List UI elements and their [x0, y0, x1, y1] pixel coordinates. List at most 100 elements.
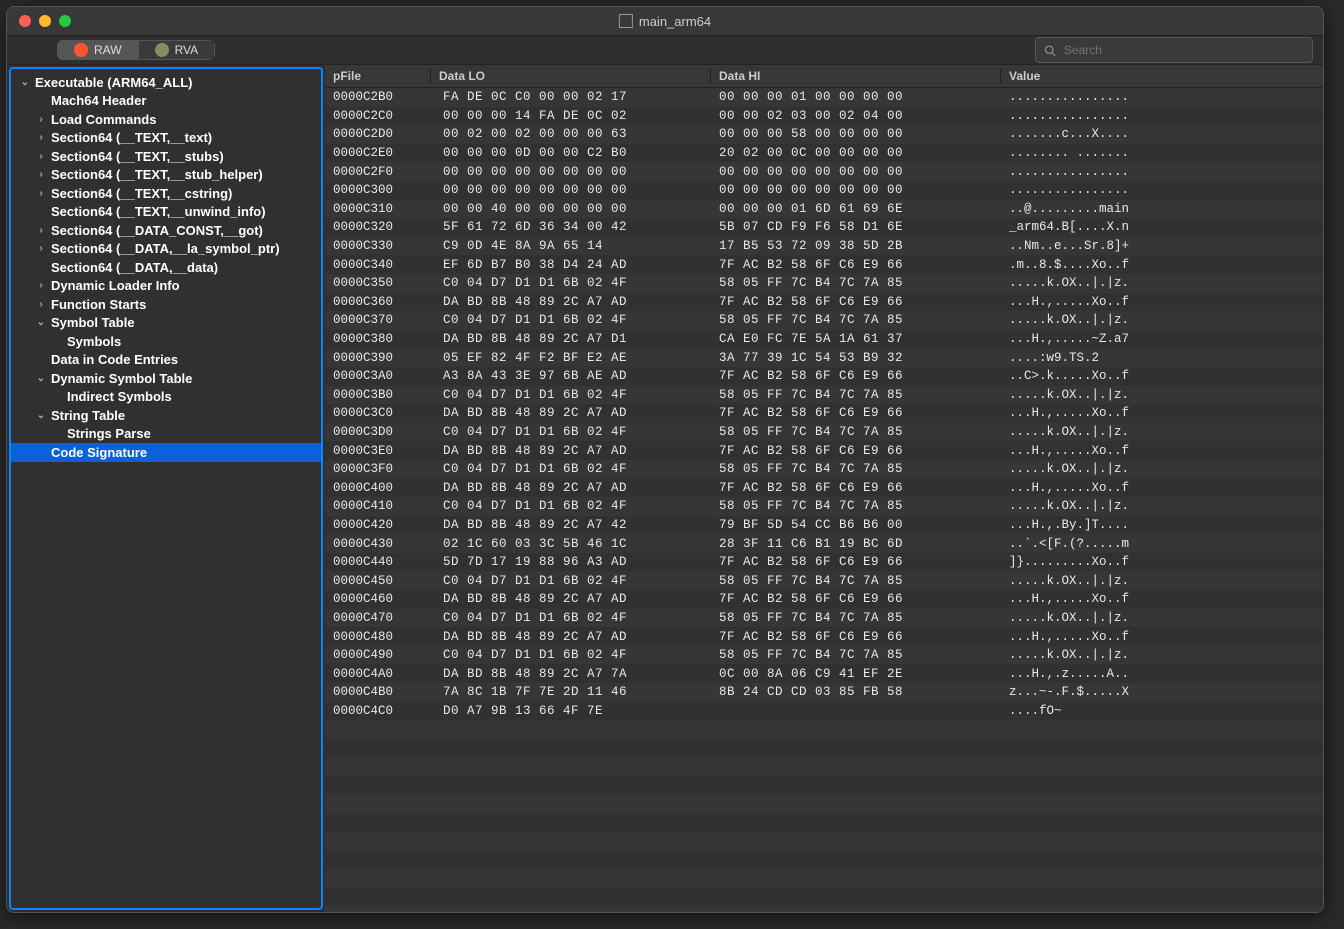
- tree-item[interactable]: Indirect Symbols: [11, 388, 321, 407]
- tree-item[interactable]: ›Section64 (__TEXT,__text): [11, 129, 321, 148]
- tree-item[interactable]: ›Section64 (__DATA,__la_symbol_ptr): [11, 240, 321, 259]
- table-row[interactable]: 0000C4B07A 8C 1B 7F 7E 2D 11 468B 24 CD …: [325, 683, 1323, 702]
- table-row[interactable]: [325, 776, 1323, 795]
- table-row[interactable]: 0000C3C0DA BD 8B 48 89 2C A7 AD7F AC B2 …: [325, 404, 1323, 423]
- chevron-right-icon[interactable]: ›: [35, 188, 47, 199]
- tree-item[interactable]: Section64 (__DATA,__data): [11, 258, 321, 277]
- table-row[interactable]: 0000C380DA BD 8B 48 89 2C A7 D1CA E0 FC …: [325, 330, 1323, 349]
- sidebar[interactable]: ⌄Executable (ARM64_ALL)Mach64 Header›Loa…: [9, 67, 323, 910]
- col-value[interactable]: Value: [1001, 69, 1323, 83]
- table-row[interactable]: [325, 906, 1323, 912]
- table-row[interactable]: 0000C4C0D0 A7 9B 13 66 4F 7E....fO~: [325, 702, 1323, 721]
- table-row[interactable]: 0000C43002 1C 60 03 3C 5B 46 1C28 3F 11 …: [325, 534, 1323, 553]
- table-row[interactable]: 0000C4405D 7D 17 19 88 96 A3 AD7F AC B2 …: [325, 553, 1323, 572]
- table-row[interactable]: 0000C400DA BD 8B 48 89 2C A7 AD7F AC B2 …: [325, 478, 1323, 497]
- col-pfile[interactable]: pFile: [325, 69, 431, 83]
- table-row[interactable]: 0000C2C000 00 00 14 FA DE 0C 0200 00 02 …: [325, 107, 1323, 126]
- tree-item[interactable]: ›Section64 (__TEXT,__stub_helper): [11, 166, 321, 185]
- table-row[interactable]: 0000C3205F 61 72 6D 36 34 00 425B 07 CD …: [325, 218, 1323, 237]
- table-row[interactable]: 0000C480DA BD 8B 48 89 2C A7 AD7F AC B2 …: [325, 627, 1323, 646]
- chevron-right-icon[interactable]: ›: [35, 114, 47, 125]
- tree-item[interactable]: ›Dynamic Loader Info: [11, 277, 321, 296]
- tree-item[interactable]: Section64 (__TEXT,__unwind_info): [11, 203, 321, 222]
- tree-item[interactable]: Data in Code Entries: [11, 351, 321, 370]
- tree-item[interactable]: Symbols: [11, 332, 321, 351]
- table-row[interactable]: 0000C2E000 00 00 0D 00 00 C2 B020 02 00 …: [325, 144, 1323, 163]
- table-row[interactable]: [325, 832, 1323, 851]
- search-input[interactable]: [1062, 42, 1304, 58]
- rva-button[interactable]: RVA: [139, 40, 216, 60]
- table-row[interactable]: 0000C39005 EF 82 4F F2 BF E2 AE3A 77 39 …: [325, 348, 1323, 367]
- search-field[interactable]: [1035, 37, 1313, 63]
- cell-data-hi: 17 B5 53 72 09 38 5D 2B: [711, 239, 1001, 253]
- table-row[interactable]: 0000C3D0C0 04 D7 D1 D1 6B 02 4F58 05 FF …: [325, 423, 1323, 442]
- chevron-down-icon[interactable]: ⌄: [35, 410, 47, 421]
- tree-item[interactable]: ›Function Starts: [11, 295, 321, 314]
- table-row[interactable]: 0000C3B0C0 04 D7 D1 D1 6B 02 4F58 05 FF …: [325, 386, 1323, 405]
- tree-item[interactable]: ⌄Dynamic Symbol Table: [11, 369, 321, 388]
- table-row[interactable]: 0000C31000 00 40 00 00 00 00 0000 00 00 …: [325, 200, 1323, 219]
- hex-rows[interactable]: 0000C2B0FA DE 0C C0 00 00 02 1700 00 00 …: [325, 88, 1323, 912]
- table-row[interactable]: 0000C3E0DA BD 8B 48 89 2C A7 AD7F AC B2 …: [325, 441, 1323, 460]
- tree-item[interactable]: ⌄String Table: [11, 406, 321, 425]
- chevron-right-icon[interactable]: ›: [35, 243, 47, 254]
- table-row[interactable]: 0000C3A0A3 8A 43 3E 97 6B AE AD7F AC B2 …: [325, 367, 1323, 386]
- col-data-lo[interactable]: Data LO: [431, 69, 711, 83]
- table-row[interactable]: 0000C460DA BD 8B 48 89 2C A7 AD7F AC B2 …: [325, 590, 1323, 609]
- table-row[interactable]: [325, 888, 1323, 907]
- table-row[interactable]: 0000C30000 00 00 00 00 00 00 0000 00 00 …: [325, 181, 1323, 200]
- cell-pfile: 0000C470: [325, 611, 431, 625]
- table-row[interactable]: 0000C2B0FA DE 0C C0 00 00 02 1700 00 00 …: [325, 88, 1323, 107]
- table-row[interactable]: 0000C370C0 04 D7 D1 D1 6B 02 4F58 05 FF …: [325, 311, 1323, 330]
- zoom-icon[interactable]: [59, 15, 71, 27]
- chevron-right-icon[interactable]: ›: [35, 132, 47, 143]
- table-row[interactable]: 0000C3F0C0 04 D7 D1 D1 6B 02 4F58 05 FF …: [325, 460, 1323, 479]
- chevron-right-icon[interactable]: ›: [35, 225, 47, 236]
- tree-item[interactable]: ›Section64 (__DATA_CONST,__got): [11, 221, 321, 240]
- table-row[interactable]: 0000C410C0 04 D7 D1 D1 6B 02 4F58 05 FF …: [325, 497, 1323, 516]
- cell-data-lo: DA BD 8B 48 89 2C A7 AD: [431, 406, 711, 420]
- tree-item[interactable]: ›Section64 (__TEXT,__stubs): [11, 147, 321, 166]
- chevron-down-icon[interactable]: ⌄: [35, 317, 47, 328]
- table-row[interactable]: [325, 757, 1323, 776]
- table-row[interactable]: 0000C2D000 02 00 02 00 00 00 6300 00 00 …: [325, 125, 1323, 144]
- table-row[interactable]: [325, 869, 1323, 888]
- chevron-right-icon[interactable]: ›: [35, 151, 47, 162]
- table-row[interactable]: 0000C350C0 04 D7 D1 D1 6B 02 4F58 05 FF …: [325, 274, 1323, 293]
- tree-item[interactable]: Code Signature: [11, 443, 321, 462]
- table-row[interactable]: [325, 739, 1323, 758]
- chevron-down-icon[interactable]: ⌄: [19, 77, 31, 88]
- table-row[interactable]: [325, 850, 1323, 869]
- tree-item[interactable]: ⌄Symbol Table: [11, 314, 321, 333]
- tree-item[interactable]: ⌄Executable (ARM64_ALL): [11, 73, 321, 92]
- minimize-icon[interactable]: [39, 15, 51, 27]
- cell-pfile: 0000C2D0: [325, 127, 431, 141]
- table-row[interactable]: 0000C490C0 04 D7 D1 D1 6B 02 4F58 05 FF …: [325, 646, 1323, 665]
- table-row[interactable]: 0000C340EF 6D B7 B0 38 D4 24 AD7F AC B2 …: [325, 255, 1323, 274]
- tree-item[interactable]: Strings Parse: [11, 425, 321, 444]
- table-row[interactable]: 0000C330C9 0D 4E 8A 9A 65 1417 B5 53 72 …: [325, 237, 1323, 256]
- chevron-right-icon[interactable]: ›: [35, 299, 47, 310]
- table-row[interactable]: [325, 813, 1323, 832]
- table-row[interactable]: 0000C450C0 04 D7 D1 D1 6B 02 4F58 05 FF …: [325, 571, 1323, 590]
- table-row[interactable]: 0000C470C0 04 D7 D1 D1 6B 02 4F58 05 FF …: [325, 609, 1323, 628]
- chevron-right-icon[interactable]: ›: [35, 280, 47, 291]
- tree-item[interactable]: ›Load Commands: [11, 110, 321, 129]
- table-row[interactable]: 0000C2F000 00 00 00 00 00 00 0000 00 00 …: [325, 162, 1323, 181]
- col-data-hi[interactable]: Data HI: [711, 69, 1001, 83]
- raw-button[interactable]: RAW: [57, 40, 139, 60]
- table-row[interactable]: [325, 795, 1323, 814]
- close-icon[interactable]: [19, 15, 31, 27]
- tree-item-label: Indirect Symbols: [67, 389, 172, 404]
- cell-data-lo: D0 A7 9B 13 66 4F 7E: [431, 704, 711, 718]
- table-row[interactable]: 0000C360DA BD 8B 48 89 2C A7 AD7F AC B2 …: [325, 293, 1323, 312]
- table-row[interactable]: [325, 720, 1323, 739]
- chevron-down-icon[interactable]: ⌄: [35, 373, 47, 384]
- tree-item[interactable]: Mach64 Header: [11, 92, 321, 111]
- cell-data-hi: 58 05 FF 7C B4 7C 7A 85: [711, 388, 1001, 402]
- table-row[interactable]: 0000C420DA BD 8B 48 89 2C A7 4279 BF 5D …: [325, 516, 1323, 535]
- table-row[interactable]: 0000C4A0DA BD 8B 48 89 2C A7 7A0C 00 8A …: [325, 664, 1323, 683]
- tree-item[interactable]: ›Section64 (__TEXT,__cstring): [11, 184, 321, 203]
- tree-item-label: Section64 (__DATA,__data): [51, 260, 218, 275]
- chevron-right-icon[interactable]: ›: [35, 169, 47, 180]
